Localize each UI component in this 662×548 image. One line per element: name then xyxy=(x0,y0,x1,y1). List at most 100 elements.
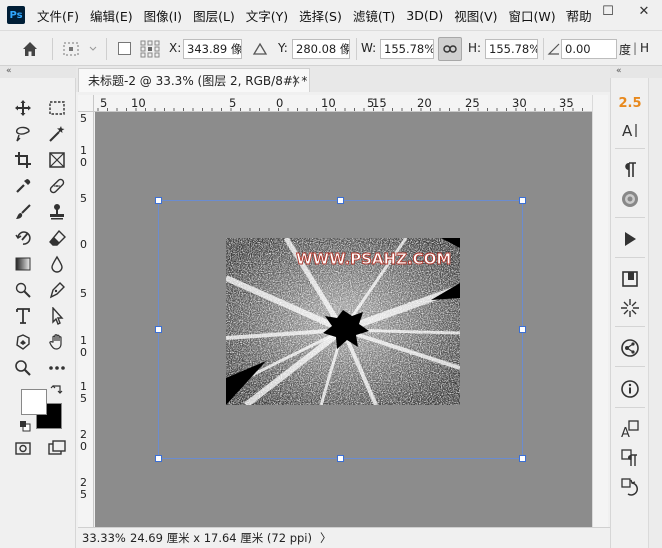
transform-handle-top-right[interactable] xyxy=(519,197,526,204)
maximize-button[interactable]: ☐ xyxy=(590,0,626,22)
character-icon[interactable]: A xyxy=(617,117,643,143)
separator xyxy=(106,38,107,60)
vertical-scrollbar[interactable] xyxy=(592,95,608,527)
ruler-label: 0 xyxy=(80,346,87,359)
y-position-input[interactable]: 280.08 像素 xyxy=(292,39,350,59)
path-selection-icon[interactable] xyxy=(45,304,69,328)
status-menu-arrow[interactable]: 〉 xyxy=(320,530,332,546)
free-transform-bounding-box[interactable] xyxy=(155,197,526,462)
glyphs-icon[interactable] xyxy=(617,186,643,212)
move-icon[interactable] xyxy=(11,96,35,120)
menu-file[interactable]: 文件(F) xyxy=(37,6,79,25)
history-brush-icon[interactable] xyxy=(11,226,35,250)
ruler-label: 10 xyxy=(131,96,146,110)
y-label: Y: xyxy=(278,41,288,55)
separator xyxy=(356,38,357,60)
blur-icon[interactable] xyxy=(45,252,69,276)
more-tools-icon[interactable] xyxy=(45,356,69,380)
reference-point-checkbox[interactable] xyxy=(118,42,131,55)
stamp-icon[interactable] xyxy=(45,200,69,224)
healing-brush-icon[interactable] xyxy=(45,174,69,198)
history-icon[interactable] xyxy=(617,474,643,500)
eyedropper-icon[interactable] xyxy=(11,174,35,198)
paragraph-styles-icon[interactable] xyxy=(617,445,643,471)
transform-handle-middle-left[interactable] xyxy=(155,326,162,333)
reference-point-icon[interactable] xyxy=(62,40,98,58)
magic-wand-icon[interactable] xyxy=(45,122,69,146)
right-panel-icons: 2.5 A A xyxy=(610,78,648,548)
height-scale-input[interactable]: 155.78% xyxy=(485,39,538,59)
right-panel-scrollbar[interactable] xyxy=(648,78,662,548)
shape-icon[interactable] xyxy=(11,330,35,354)
minimize-button[interactable]: — xyxy=(554,0,590,22)
menu-3d[interactable]: 3D(D) xyxy=(406,8,443,23)
left-panel-collapse[interactable]: « xyxy=(0,66,76,78)
ruler-label: 5 xyxy=(80,192,87,205)
x-position-input[interactable]: 343.89 像素 xyxy=(183,39,242,59)
status-bar: 33.33% 24.69 厘米 x 17.64 厘米 (72 ppi) 〉 xyxy=(78,527,610,548)
transform-handle-top-center[interactable] xyxy=(337,197,344,204)
document-canvas-area[interactable]: WWW.PSAHZ.COM xyxy=(95,112,592,527)
ruler-label: 5 xyxy=(80,392,87,405)
info-icon[interactable] xyxy=(617,376,643,402)
font-size-indicator[interactable]: 2.5 xyxy=(617,90,643,116)
close-tab-button[interactable]: × xyxy=(291,73,301,87)
horizontal-ruler[interactable]: 5 10 5 0 5 10 15 20 25 30 35 xyxy=(94,95,592,112)
screen-mode-icon[interactable] xyxy=(45,436,69,460)
brush-icon[interactable] xyxy=(11,200,35,224)
menu-edit[interactable]: 编辑(E) xyxy=(90,6,133,25)
home-icon[interactable] xyxy=(20,39,44,59)
quick-mask-icon[interactable] xyxy=(11,436,35,460)
paragraph-icon[interactable] xyxy=(617,157,643,183)
menu-image[interactable]: 图像(I) xyxy=(144,6,182,25)
character-styles-icon[interactable]: A xyxy=(617,416,643,442)
brush-settings-icon[interactable] xyxy=(617,295,643,321)
menu-select[interactable]: 选择(S) xyxy=(299,6,342,25)
swap-colors-icon[interactable] xyxy=(50,384,64,398)
separator xyxy=(615,217,645,218)
paths-icon[interactable] xyxy=(617,335,643,361)
x-label: X: xyxy=(169,41,182,55)
close-window-button[interactable]: ✕ xyxy=(626,0,662,22)
menu-window[interactable]: 窗口(W) xyxy=(509,6,556,25)
gradient-icon[interactable] xyxy=(11,252,35,276)
foreground-color-swatch[interactable] xyxy=(21,389,47,415)
link-icon[interactable] xyxy=(438,37,462,61)
svg-text:A: A xyxy=(621,426,630,439)
transform-handle-middle-right[interactable] xyxy=(519,326,526,333)
menu-filter[interactable]: 滤镜(T) xyxy=(353,6,395,25)
default-colors-icon[interactable] xyxy=(19,420,31,432)
menu-type[interactable]: 文字(Y) xyxy=(246,6,288,25)
tools-panel xyxy=(0,78,76,548)
menu-layer[interactable]: 图层(L) xyxy=(193,6,235,25)
window-controls: — ☐ ✕ xyxy=(554,0,662,22)
transform-handle-bottom-center[interactable] xyxy=(337,455,344,462)
menu-view[interactable]: 视图(V) xyxy=(454,6,497,25)
document-tab[interactable]: 未标题-2 @ 33.3% (图层 2, RGB/8#) * × xyxy=(78,68,310,92)
hand-icon[interactable] xyxy=(45,330,69,354)
crop-icon[interactable] xyxy=(11,148,35,172)
transform-handle-bottom-left[interactable] xyxy=(155,455,162,462)
delta-icon[interactable] xyxy=(252,41,268,57)
zoom-icon[interactable] xyxy=(11,356,35,380)
reference-grid-icon[interactable] xyxy=(139,39,161,59)
frame-icon[interactable] xyxy=(45,148,69,172)
play-actions-icon[interactable] xyxy=(617,226,643,252)
zoom-level[interactable]: 33.33% xyxy=(82,531,126,545)
vertical-ruler[interactable]: 5 1 0 5 0 5 1 0 1 5 2 0 2 5 xyxy=(78,112,94,527)
transform-handle-bottom-right[interactable] xyxy=(519,455,526,462)
lasso-icon[interactable] xyxy=(11,122,35,146)
menu-items: 文件(F) 编辑(E) 图像(I) 图层(L) 文字(Y) 选择(S) 滤镜(T… xyxy=(37,0,603,30)
marquee-icon[interactable] xyxy=(45,96,69,120)
libraries-icon[interactable] xyxy=(617,266,643,292)
pen-icon[interactable] xyxy=(45,278,69,302)
type-icon[interactable] xyxy=(11,304,35,328)
rotation-angle-input[interactable]: 0.00 xyxy=(561,39,617,59)
transform-handle-top-left[interactable] xyxy=(155,197,162,204)
eraser-icon[interactable] xyxy=(45,226,69,250)
ruler-origin[interactable] xyxy=(78,95,94,112)
dodge-icon[interactable] xyxy=(11,278,35,302)
skew-icon[interactable]: | xyxy=(633,41,637,55)
right-panel-collapse[interactable]: « xyxy=(610,66,662,78)
width-scale-input[interactable]: 155.78% xyxy=(380,39,434,59)
